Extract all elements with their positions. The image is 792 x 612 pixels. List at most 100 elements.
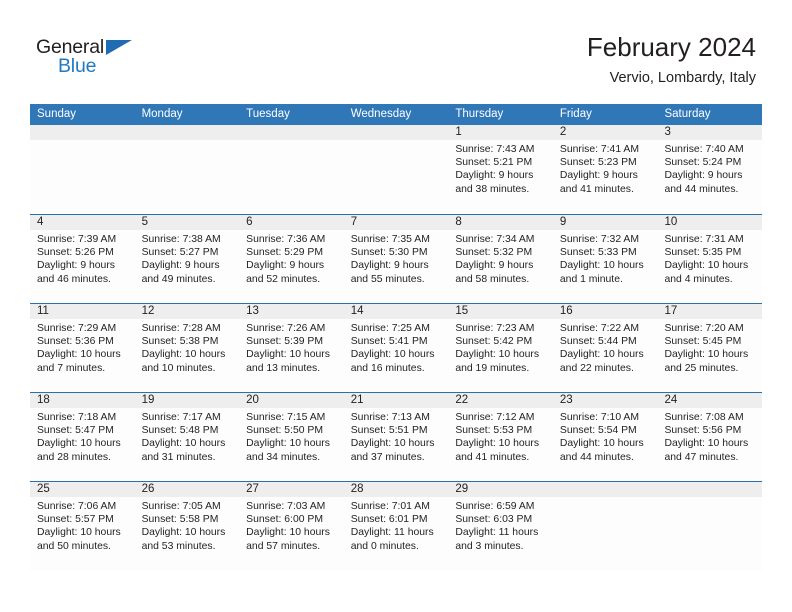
day-number[interactable]: 8 [448,215,553,230]
day-cell[interactable]: Sunrise: 7:18 AM Sunset: 5:47 PM Daylight:… [30,408,135,482]
day-cell[interactable]: Sunrise: 7:38 AM Sunset: 5:27 PM Daylight:… [135,230,240,304]
day-detail-band: Sunrise: 7:29 AM Sunset: 5:36 PM Daylight:… [30,319,762,393]
day-daylight2-text: and 13 minutes. [246,362,321,374]
day-daylight1-text: Daylight: 11 hours [455,527,539,539]
day-number[interactable]: 20 [239,393,344,408]
calendar-week-row: 1 2 3 Sunrise: 7:43 AM Sunset: 5:21 PM Daylig… [30,125,762,214]
day-number[interactable]: 19 [135,393,240,408]
day-number[interactable]: 2 [553,125,658,140]
day-daylight1-text: Daylight: 10 hours [455,438,540,450]
day-sunset-text: Sunset: 5:27 PM [141,247,219,259]
day-sunset-text: Sunset: 5:58 PM [141,514,219,526]
day-daylight2-text: and 38 minutes. [455,183,530,195]
day-daylight1-text: Daylight: 10 hours [664,260,749,272]
day-number[interactable]: 10 [657,215,762,230]
day-number[interactable]: 4 [30,215,135,230]
day-cell[interactable]: Sunrise: 7:22 AM Sunset: 5:44 PM Daylight:… [553,319,658,393]
day-sunrise-text: Sunrise: 7:18 AM [37,412,117,423]
day-number[interactable]: 14 [344,304,449,319]
day-sunset-text: Sunset: 5:35 PM [664,247,742,259]
day-daylight1-text: Daylight: 10 hours [559,260,644,272]
day-number[interactable]: 7 [344,215,449,230]
day-daylight1-text: Daylight: 10 hours [246,438,330,450]
day-sunset-text: Sunset: 5:47 PM [37,425,114,437]
day-cell[interactable]: Sunrise: 7:05 AM Sunset: 5:58 PM Daylight:… [135,497,240,571]
day-cell[interactable]: Sunrise: 7:10 AM Sunset: 5:54 PM Daylight:… [553,408,658,482]
day-cell[interactable]: Sunrise: 7:12 AM Sunset: 5:53 PM Daylight:… [448,408,553,482]
calendar-weeks: 1 2 3 Sunrise: 7:43 AM Sunset: 5:21 PM Daylig… [30,125,762,571]
day-sunset-text: Sunset: 5:56 PM [664,425,742,437]
day-daylight1-text: Daylight: 10 hours [246,349,330,361]
day-number[interactable]: 25 [30,482,135,497]
day-cell[interactable]: Sunrise: 7:23 AM Sunset: 5:42 PM Daylight:… [448,319,553,393]
day-cell[interactable]: Sunrise: 7:25 AM Sunset: 5:41 PM Daylight:… [344,319,449,393]
day-daylight1-text: Daylight: 10 hours [350,349,435,361]
calendar-page: General Blue February 2024 Vervio, Lomba… [0,0,792,612]
day-number[interactable]: 28 [344,482,449,497]
day-number[interactable]: 17 [657,304,762,319]
day-cell[interactable]: Sunrise: 7:41 AM Sunset: 5:23 PM Daylight:… [553,140,658,214]
day-sunrise-text: Sunrise: 7:05 AM [141,501,221,512]
day-sunset-text: Sunset: 5:51 PM [350,425,428,437]
day-cell[interactable]: Sunrise: 7:26 AM Sunset: 5:39 PM Daylight:… [239,319,344,393]
day-number[interactable]: 3 [657,125,762,140]
day-cell[interactable]: Sunrise: 6:59 AM Sunset: 6:03 PM Daylight:… [448,497,553,571]
day-cell[interactable]: Sunrise: 7:01 AM Sunset: 6:01 PM Daylight:… [344,497,449,571]
day-cell[interactable]: Sunrise: 7:13 AM Sunset: 5:51 PM Daylight:… [344,408,449,482]
day-cell[interactable]: Sunrise: 7:15 AM Sunset: 5:50 PM Daylight:… [239,408,344,482]
day-number[interactable]: 6 [239,215,344,230]
day-cell[interactable]: Sunrise: 7:20 AM Sunset: 5:45 PM Daylight:… [657,319,762,393]
day-cell[interactable]: Sunrise: 7:17 AM Sunset: 5:48 PM Daylight:… [135,408,240,482]
day-number[interactable]: 9 [553,215,658,230]
day-sunrise-text: Sunrise: 7:01 AM [350,501,430,512]
day-cell[interactable]: Sunrise: 7:39 AM Sunset: 5:26 PM Daylight:… [30,230,135,304]
day-cell[interactable]: Sunrise: 7:29 AM Sunset: 5:36 PM Daylight:… [30,319,135,393]
day-sunrise-text: Sunrise: 7:36 AM [246,234,326,245]
day-daylight2-text: and 46 minutes. [37,273,111,285]
day-daylight2-text: and 50 minutes. [37,540,111,552]
day-number[interactable]: 29 [448,482,553,497]
day-number[interactable]: 12 [135,304,240,319]
date-number-band: 18 19 20 21 22 23 24 [30,393,762,408]
day-sunset-text: Sunset: 5:26 PM [37,247,114,259]
day-number[interactable]: 26 [135,482,240,497]
day-number[interactable]: 15 [448,304,553,319]
day-cell[interactable]: Sunrise: 7:32 AM Sunset: 5:33 PM Daylight:… [553,230,658,304]
day-number[interactable]: 24 [657,393,762,408]
day-cell[interactable]: Sunrise: 7:36 AM Sunset: 5:29 PM Daylight:… [239,230,344,304]
day-number[interactable]: 22 [448,393,553,408]
day-daylight2-text: and 44 minutes. [664,183,739,195]
day-number[interactable]: 13 [239,304,344,319]
day-number[interactable]: 23 [553,393,658,408]
day-number[interactable]: 1 [448,125,553,140]
day-sunrise-text: Sunrise: 7:34 AM [455,234,535,245]
day-number[interactable]: 21 [344,393,449,408]
day-number[interactable]: 5 [135,215,240,230]
day-sunrise-text: Sunrise: 7:06 AM [37,501,117,512]
day-cell[interactable]: Sunrise: 7:08 AM Sunset: 5:56 PM Daylight:… [657,408,762,482]
day-cell[interactable]: Sunrise: 7:31 AM Sunset: 5:35 PM Daylight:… [657,230,762,304]
day-cell[interactable]: Sunrise: 7:43 AM Sunset: 5:21 PM Daylight:… [448,140,553,214]
day-number[interactable]: 27 [239,482,344,497]
day-sunset-text: Sunset: 5:24 PM [664,157,742,169]
day-sunrise-text: Sunrise: 7:28 AM [141,323,221,334]
day-number[interactable]: 18 [30,393,135,408]
day-cell[interactable]: Sunrise: 7:40 AM Sunset: 5:24 PM Daylight:… [657,140,762,214]
day-sunrise-text: Sunrise: 7:43 AM [455,144,535,155]
day-cell[interactable]: Sunrise: 7:34 AM Sunset: 5:32 PM Daylight:… [448,230,553,304]
day-daylight1-text: Daylight: 9 hours [455,170,534,182]
day-daylight1-text: Daylight: 11 hours [350,527,434,539]
day-cell[interactable]: Sunrise: 7:35 AM Sunset: 5:30 PM Daylight:… [344,230,449,304]
calendar-week-row: 25 26 27 28 29 Sunrise: 7:06 AM Sunset: 5:57 P… [30,481,762,571]
day-number[interactable]: 11 [30,304,135,319]
day-daylight1-text: Daylight: 10 hours [350,438,435,450]
day-of-week-monday: Monday [141,108,183,120]
day-number[interactable]: 16 [553,304,658,319]
day-cell[interactable]: Sunrise: 7:06 AM Sunset: 5:57 PM Daylight:… [30,497,135,571]
day-sunset-text: Sunset: 5:36 PM [37,336,114,348]
day-sunrise-text: Sunrise: 7:35 AM [350,234,430,245]
day-cell[interactable]: Sunrise: 7:28 AM Sunset: 5:38 PM Daylight:… [135,319,240,393]
day-sunset-text: Sunset: 5:23 PM [559,157,637,169]
day-daylight2-text: and 55 minutes. [350,273,425,285]
day-cell[interactable]: Sunrise: 7:03 AM Sunset: 6:00 PM Daylight:… [239,497,344,571]
